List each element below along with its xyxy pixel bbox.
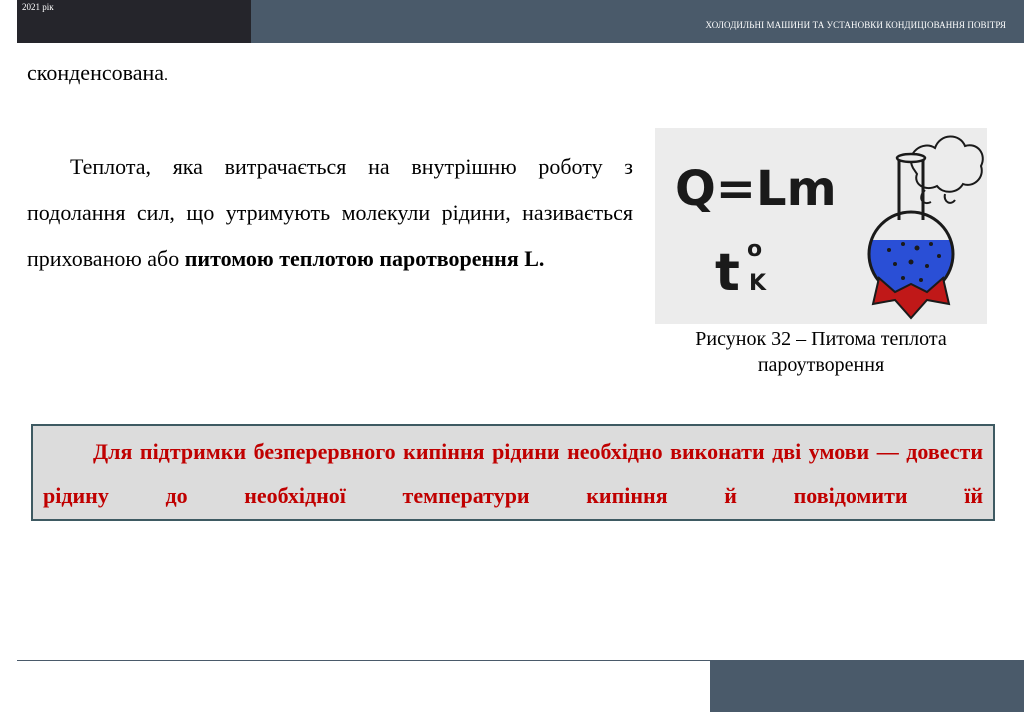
header-year: 2021 рік <box>22 2 54 12</box>
formula-main: Q=Lm <box>675 161 837 217</box>
footer-block <box>710 660 1024 712</box>
continuation-period: . <box>164 67 169 84</box>
highlight-box: Для підтримки безперервного кипіння ріди… <box>31 424 995 521</box>
document-page: 2021 рік ХОЛОДИЛЬНІ МАШИНИ ТА УСТАНОВКИ … <box>0 0 1024 724</box>
header-right-block: ХОЛОДИЛЬНІ МАШИНИ ТА УСТАНОВКИ КОНДИЦІОВ… <box>251 0 1024 43</box>
flask-mouth <box>895 152 927 164</box>
highlight-paragraph: Для підтримки безперервного кипіння ріди… <box>43 430 983 518</box>
formula-subscript: K <box>749 271 767 296</box>
formula-t: t <box>715 243 740 303</box>
figure-caption: Рисунок 32 – Питома теплота пароутворенн… <box>695 328 947 376</box>
flask-illustration: Q=Lm t o K <box>655 128 987 324</box>
highlight-text: Для підтримки безперервного кипіння ріди… <box>43 439 983 508</box>
continuation-word: сконденсована <box>27 60 165 85</box>
formula-degree: o <box>747 237 762 262</box>
paragraph-bold-term: питомою теплотою паротворення L. <box>184 246 545 271</box>
header-left-block: 2021 рік <box>17 0 251 43</box>
figure-image: Q=Lm t o K <box>655 128 987 324</box>
definition-paragraph: Теплота, яка витрачається на внутрішню р… <box>27 144 633 282</box>
header-title: ХОЛОДИЛЬНІ МАШИНИ ТА УСТАНОВКИ КОНДИЦІОВ… <box>705 20 1006 30</box>
continuation-line: сконденсована. <box>27 60 168 86</box>
